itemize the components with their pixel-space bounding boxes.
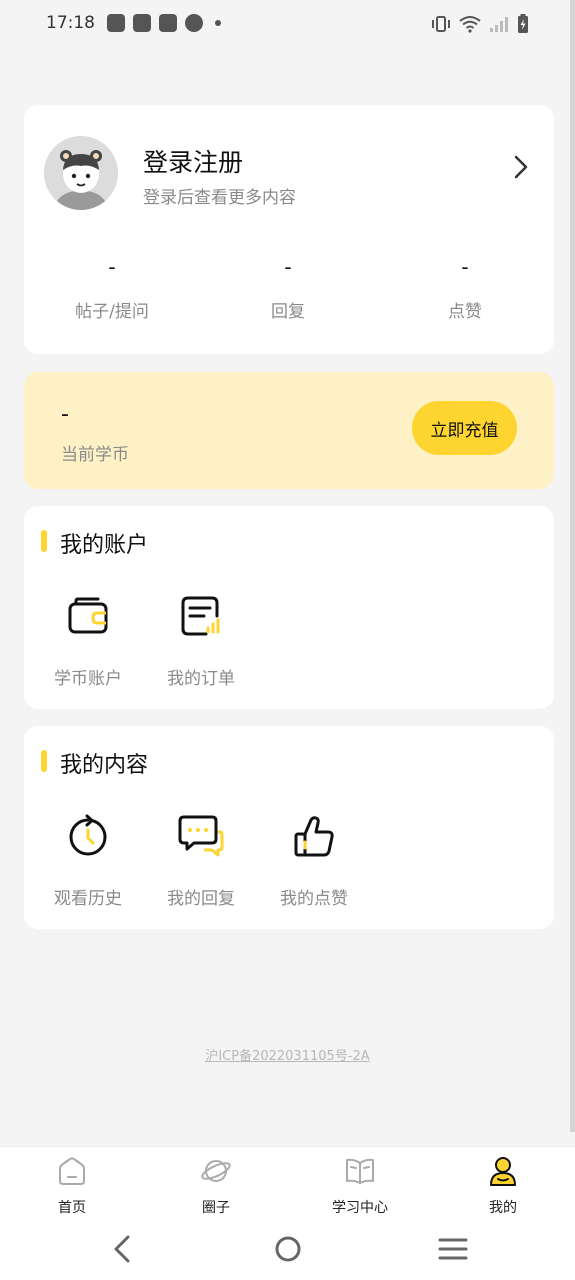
battery-charging-icon: [518, 14, 528, 33]
tab-mine-label: 我的: [489, 1200, 517, 1216]
vibrate-icon: [432, 16, 450, 32]
chevron-right-icon[interactable]: [514, 155, 528, 179]
profile-icon: [490, 1157, 516, 1186]
back-icon[interactable]: [104, 1234, 140, 1264]
speedometer-icon: [185, 14, 203, 32]
coin-balance-value: -: [61, 402, 69, 427]
watch-history-label: 观看历史: [54, 889, 122, 909]
tab-home[interactable]: 首页: [17, 1155, 127, 1217]
scrollbar[interactable]: [570, 0, 575, 1132]
stat-likes[interactable]: - 点赞: [377, 255, 553, 322]
shopping-bag-icon: [159, 14, 177, 32]
book-icon: [346, 1158, 374, 1184]
coin-account-label: 学币账户: [54, 669, 122, 689]
my-orders-label: 我的订单: [167, 669, 235, 689]
stat-posts[interactable]: - 帖子/提问: [24, 255, 200, 322]
history-clock-icon: [69, 814, 107, 856]
stat-posts-value: -: [108, 255, 116, 279]
coin-card: - 当前学币 立即充值: [24, 372, 554, 489]
wallet-icon: [68, 597, 108, 634]
section-title: 我的账户: [60, 533, 149, 558]
stat-posts-label: 帖子/提问: [75, 302, 149, 322]
order-list-icon: [181, 596, 220, 636]
my-likes-label: 我的点赞: [280, 889, 348, 909]
recharge-button[interactable]: 立即充值: [412, 401, 517, 455]
section-accent-bar: [41, 530, 47, 552]
tab-study-center[interactable]: 学习中心: [305, 1155, 415, 1217]
my-replies-label: 我的回复: [167, 889, 235, 909]
section-title: 我的内容: [60, 753, 149, 778]
cartoon-avatar-icon: [44, 136, 118, 210]
login-register-title[interactable]: 登录注册: [143, 143, 243, 179]
stat-likes-value: -: [461, 255, 469, 279]
status-right-icons: [431, 14, 529, 34]
icp-record-link[interactable]: 沪ICP备2022031105号-2A: [0, 1045, 575, 1064]
planet-icon: [201, 1160, 231, 1182]
tab-mine[interactable]: 我的: [448, 1155, 558, 1217]
wifi-icon: [459, 16, 481, 33]
signal-icon: [490, 17, 508, 32]
home-circle-icon[interactable]: [270, 1234, 306, 1264]
my-replies-tile[interactable]: 我的回复: [151, 814, 251, 909]
login-subtitle: 登录后查看更多内容: [143, 188, 296, 208]
section-accent-bar: [41, 750, 47, 772]
my-likes-tile[interactable]: 我的点赞: [264, 814, 364, 909]
avatar[interactable]: [44, 136, 118, 210]
my-orders-tile[interactable]: 我的订单: [151, 594, 251, 689]
shopping-bag-icon: [133, 14, 151, 32]
watch-history-tile[interactable]: 观看历史: [38, 814, 138, 909]
tab-circle-label: 圈子: [202, 1200, 230, 1216]
stat-replies-label: 回复: [271, 302, 305, 322]
tab-circle[interactable]: 圈子: [161, 1155, 271, 1217]
stat-likes-label: 点赞: [448, 302, 482, 322]
coin-balance-label: 当前学币: [61, 445, 129, 465]
tab-study-center-label: 学习中心: [332, 1200, 388, 1216]
shopping-bag-icon: [107, 14, 125, 32]
bottom-tab-bar: 首页 圈子 学习中心 我的: [0, 1146, 575, 1218]
system-nav-bar: [0, 1218, 575, 1280]
home-icon: [59, 1157, 85, 1185]
chat-bubble-icon: [178, 815, 224, 857]
thumbs-up-icon: [294, 816, 334, 857]
stat-replies[interactable]: - 回复: [200, 255, 376, 322]
more-notifications-dot: [215, 20, 221, 26]
profile-card[interactable]: 登录注册 登录后查看更多内容 - 帖子/提问 - 回复 - 点赞: [24, 105, 554, 354]
stat-replies-value: -: [284, 255, 292, 279]
account-section: 我的账户 学币账户 我的订单: [24, 506, 554, 709]
status-bar: 17:18: [0, 0, 575, 46]
status-time: 17:18: [46, 13, 95, 33]
menu-icon[interactable]: [435, 1234, 471, 1264]
coin-account-tile[interactable]: 学币账户: [38, 594, 138, 689]
content-section: 我的内容 观看历史 我的回复 我的点赞: [24, 726, 554, 929]
tab-home-label: 首页: [58, 1200, 86, 1216]
